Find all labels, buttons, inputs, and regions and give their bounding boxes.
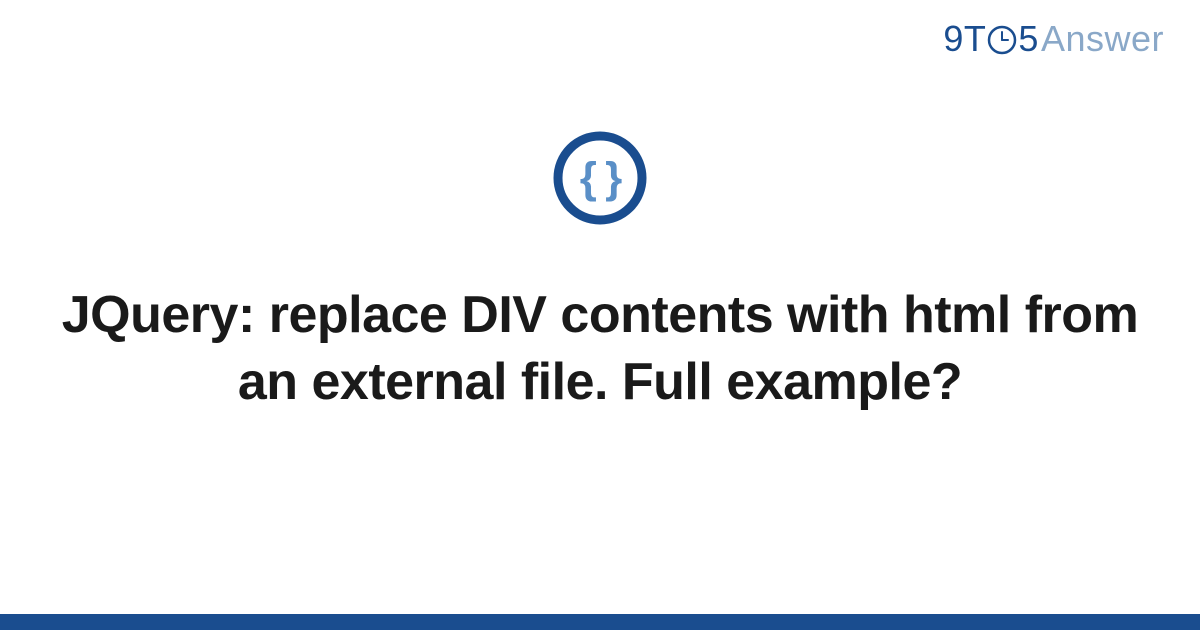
page-title: JQuery: replace DIV contents with html f… bbox=[60, 282, 1140, 415]
logo-clock-icon bbox=[987, 25, 1017, 55]
svg-text:{ }: { } bbox=[580, 154, 622, 203]
code-braces-icon: { } bbox=[552, 130, 648, 226]
site-logo: 9T 5 Answer bbox=[943, 18, 1164, 60]
logo-text-5: 5 bbox=[1018, 18, 1039, 60]
footer-accent-bar bbox=[0, 614, 1200, 630]
logo-text-9t: 9T bbox=[943, 18, 986, 60]
logo-text-answer: Answer bbox=[1041, 18, 1164, 60]
